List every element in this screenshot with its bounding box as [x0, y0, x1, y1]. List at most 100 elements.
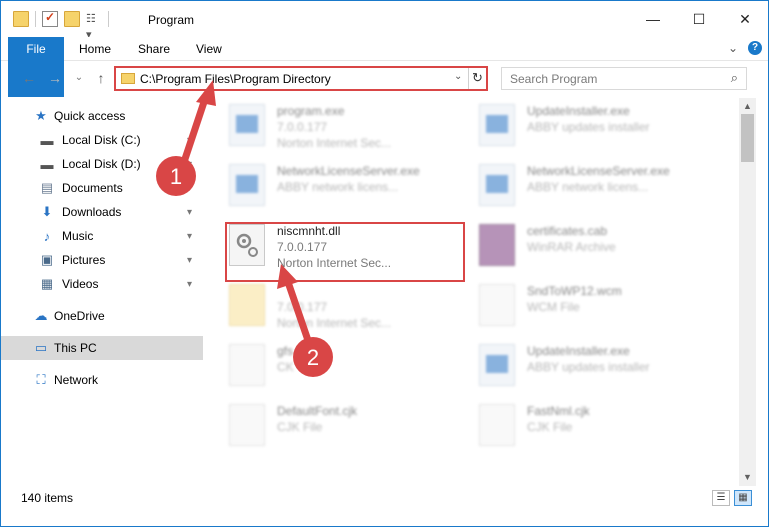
nav-item-downloads[interactable]: ⬇ Downloads ▾: [1, 200, 203, 224]
drive-icon: ▬: [40, 156, 54, 172]
file-item[interactable]: FastNml.cjk CJK File: [461, 398, 711, 458]
nav-item-network[interactable]: ⛶ Network: [1, 368, 203, 392]
new-folder-icon[interactable]: [64, 11, 80, 27]
scroll-down-arrow-icon[interactable]: ▼: [739, 469, 756, 486]
file-name: certificates.cab: [527, 224, 608, 238]
file-description: WCM File: [527, 300, 580, 314]
customize-toolbar-icon[interactable]: ☷ ▾: [86, 11, 102, 41]
file-item[interactable]: gfs CK: [211, 338, 461, 398]
file-item[interactable]: 7.0.0.177 Norton Internet Sec...: [211, 278, 461, 338]
nav-item-music[interactable]: ♪ Music ▾: [1, 224, 203, 248]
nav-item-label: Quick access: [54, 109, 126, 123]
scroll-up-arrow-icon[interactable]: ▲: [739, 98, 756, 115]
nav-item-pictures[interactable]: ▣ Pictures ▾: [1, 248, 203, 272]
nav-item-documents[interactable]: ▤ Documents ▾: [1, 176, 203, 200]
nav-item-videos[interactable]: ▦ Videos ▾: [1, 272, 203, 296]
search-icon[interactable]: ⌕: [731, 70, 738, 86]
generic-file-icon: [479, 284, 515, 326]
minimize-button[interactable]: —: [630, 1, 676, 37]
help-icon[interactable]: ?: [748, 41, 762, 55]
properties-icon[interactable]: [42, 10, 58, 27]
file-explorer-window: ☷ ▾ Program — ☐ ✕ File Home Share View ⌄…: [0, 0, 769, 527]
file-description: ABBY network licens...: [527, 180, 649, 194]
file-icon: [229, 284, 265, 326]
folder-icon: [13, 11, 29, 27]
divider: [108, 11, 109, 27]
up-button[interactable]: ↑: [91, 68, 111, 88]
address-bar[interactable]: C:\Program Files\Program Directory ⌄ ↻: [114, 66, 488, 91]
file-description: CJK File: [277, 420, 323, 434]
file-name: DefaultFont.cjk: [277, 404, 358, 418]
file-item[interactable]: certificates.cab WinRAR Archive: [461, 218, 711, 278]
music-icon: ♪: [43, 228, 51, 244]
nav-item-label: OneDrive: [54, 309, 105, 323]
file-item[interactable]: UpdateInstaller.exe ABBY updates install…: [461, 338, 711, 398]
file-name: gfs: [277, 344, 294, 358]
archive-file-icon: [479, 224, 515, 266]
network-icon: ⛶: [36, 372, 46, 387]
file-item[interactable]: DefaultFont.cjk CJK File: [211, 398, 461, 458]
file-item[interactable]: program.exe 7.0.0.177 Norton Internet Se…: [211, 98, 461, 158]
pictures-icon: ▣: [40, 252, 54, 267]
address-path[interactable]: C:\Program Files\Program Directory: [140, 72, 331, 86]
file-item[interactable]: UpdateInstaller.exe ABBY updates install…: [461, 98, 711, 158]
window-controls: — ☐ ✕: [630, 1, 768, 37]
videos-icon: ▦: [40, 276, 54, 291]
folder-icon: [121, 73, 135, 84]
file-description: ABBY network licens...: [277, 180, 399, 194]
file-name: UpdateInstaller.exe: [527, 104, 630, 118]
file-description: ABBY updates installer: [527, 120, 650, 134]
refresh-icon[interactable]: ↻: [472, 70, 483, 86]
exe-file-icon: [479, 164, 515, 206]
file-name: FastNml.cjk: [527, 404, 590, 418]
file-name: UpdateInstaller.exe: [527, 344, 630, 358]
computer-icon: ▭: [34, 340, 48, 355]
nav-item-quick-access[interactable]: ★ Quick access: [1, 104, 203, 128]
file-version: 7.0.0.177: [277, 120, 328, 134]
address-dropdown-icon[interactable]: ⌄: [454, 71, 462, 82]
scroll-thumb[interactable]: [741, 114, 754, 162]
large-icons-view-button[interactable]: ▦: [734, 490, 752, 506]
nav-item-this-pc[interactable]: ▭ This PC: [1, 336, 203, 360]
tab-home[interactable]: Home: [79, 37, 111, 61]
window-title: Program: [148, 13, 195, 27]
exe-file-icon: [479, 104, 515, 146]
file-item[interactable]: NetworkLicenseServer.exe ABBY network li…: [461, 158, 711, 218]
back-button[interactable]: ←: [19, 68, 39, 88]
file-description: CK: [277, 360, 294, 374]
file-item[interactable]: NetworkLicenseServer.exe ABBY network li…: [211, 158, 461, 218]
pin-icon: ▾: [187, 254, 193, 266]
pin-icon: ▾: [187, 158, 193, 170]
nav-item-local-disk-d[interactable]: ▬ Local Disk (D:) ▾: [1, 152, 203, 176]
forward-button[interactable]: →: [45, 68, 65, 88]
search-placeholder[interactable]: Search Program: [510, 72, 597, 86]
tab-view[interactable]: View: [196, 37, 222, 61]
nav-item-label: Pictures: [62, 253, 106, 267]
expand-ribbon-icon[interactable]: ⌄: [728, 41, 738, 55]
vertical-scrollbar[interactable]: ▲ ▼: [739, 98, 756, 486]
downloads-icon: ⬇: [41, 204, 53, 219]
nav-item-label: Downloads: [62, 205, 122, 219]
pin-icon: ▾: [187, 230, 193, 242]
file-name: SndToWP12.wcm: [527, 284, 622, 298]
tab-share[interactable]: Share: [138, 37, 170, 61]
ribbon-right-controls: ⌄ ?: [728, 41, 762, 55]
nav-item-label: Network: [54, 373, 99, 387]
quick-access-toolbar: ☷ ▾: [13, 10, 109, 41]
nav-item-label: This PC: [54, 341, 97, 355]
pin-icon: ▾: [187, 206, 193, 218]
nav-item-local-disk-c[interactable]: ▬ Local Disk (C:) ▾: [1, 128, 203, 152]
maximize-button[interactable]: ☐: [676, 1, 722, 37]
nav-item-onedrive[interactable]: ☁ OneDrive: [1, 304, 203, 328]
file-item[interactable]: SndToWP12.wcm WCM File: [461, 278, 711, 338]
close-button[interactable]: ✕: [722, 1, 768, 37]
recent-locations-button[interactable]: ⌄: [69, 68, 89, 88]
divider: [35, 11, 36, 27]
nav-item-label: Music: [62, 229, 94, 243]
details-view-button[interactable]: ☰: [712, 490, 730, 506]
title-bar: ☷ ▾ Program — ☐ ✕: [1, 1, 768, 41]
ribbon-tabs: File Home Share View ⌄ ?: [1, 37, 768, 97]
search-box[interactable]: Search Program ⌕: [501, 67, 747, 90]
address-row: ← → ⌄ ↑ C:\Program Files\Program Directo…: [1, 62, 768, 96]
nav-item-label: Local Disk (D:): [62, 157, 141, 171]
